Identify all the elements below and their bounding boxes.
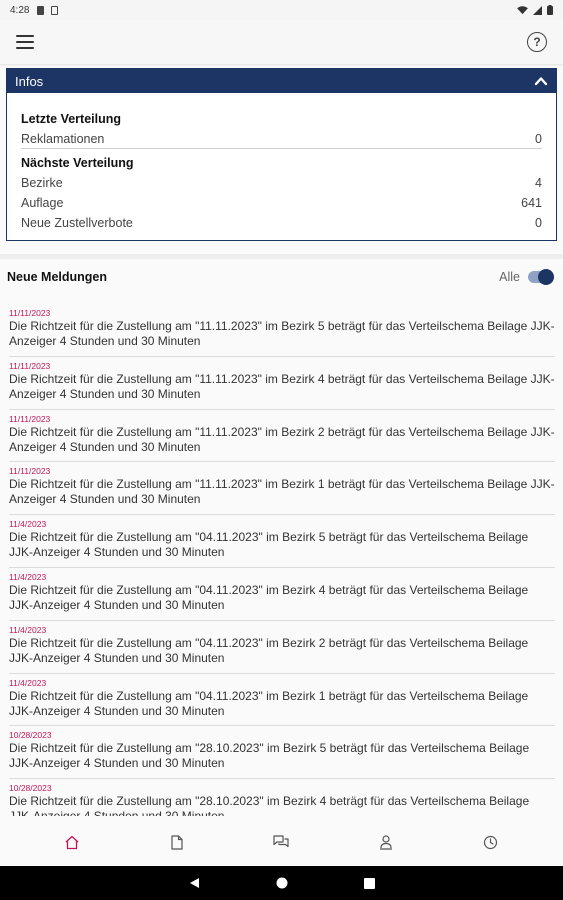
info-row-label: Auflage — [21, 196, 64, 210]
message-date: 11/11/2023 — [9, 360, 51, 371]
message-text: Die Richtzeit für die Zustellung am "28.… — [9, 794, 530, 816]
messages-list[interactable]: 11/11/2023 Die Richtzeit für die Zustell… — [9, 304, 555, 816]
list-item[interactable]: 11/11/2023 Die Richtzeit für die Zustell… — [9, 410, 555, 463]
sim-card-icon — [37, 5, 45, 15]
info-card-title: Infos — [15, 73, 44, 89]
info-row-value: 4 — [535, 176, 542, 190]
nav-documents[interactable] — [147, 822, 207, 862]
wifi-icon — [517, 5, 528, 14]
message-text: Die Richtzeit für die Zustellung am "11.… — [9, 319, 555, 348]
home-circle-icon[interactable] — [276, 877, 288, 889]
document-icon — [171, 834, 183, 850]
list-item[interactable]: 11/11/2023 Die Richtzeit für die Zustell… — [9, 357, 555, 410]
info-card-body: Letzte Verteilung Reklamationen 0 Nächst… — [7, 93, 556, 233]
app-bar-shadow — [0, 64, 563, 67]
info-row-label: Neue Zustellverbote — [21, 216, 133, 230]
info-row-value: 0 — [535, 216, 542, 230]
message-text: Die Richtzeit für die Zustellung am "04.… — [9, 688, 529, 718]
list-item[interactable]: 11/4/2023 Die Richtzeit für die Zustellu… — [9, 621, 555, 674]
last-distribution-title: Letzte Verteilung — [21, 112, 122, 126]
nav-home[interactable] — [42, 822, 102, 862]
bottom-navigation — [0, 818, 563, 866]
chat-icon — [273, 835, 290, 848]
messages-filter: Alle — [499, 269, 554, 285]
messages-title: Neue Meldungen — [7, 270, 108, 284]
info-card: Infos Letzte Verteilung Reklamationen 0 … — [6, 68, 557, 241]
list-item[interactable]: 10/28/2023 Die Richtzeit für die Zustell… — [9, 779, 555, 816]
battery-icon — [547, 5, 553, 15]
info-row-label: Reklamationen — [21, 132, 105, 146]
info-row-complaints: Reklamationen 0 — [21, 129, 542, 149]
recents-icon[interactable] — [364, 877, 375, 889]
back-icon[interactable] — [188, 877, 200, 889]
message-text: Die Richtzeit für die Zustellung am "28.… — [9, 741, 530, 771]
menu-icon[interactable] — [16, 35, 34, 49]
message-date: 11/4/2023 — [9, 624, 47, 635]
list-item[interactable]: 11/4/2023 Die Richtzeit für die Zustellu… — [9, 515, 555, 568]
system-navigation-bar — [0, 866, 563, 900]
clock-icon — [484, 835, 498, 849]
message-date: 11/11/2023 — [9, 308, 51, 318]
message-date: 11/4/2023 — [9, 519, 47, 530]
info-row-circulation: Auflage 641 — [21, 193, 542, 213]
app-bar: ? — [0, 20, 563, 64]
notification-icon — [51, 5, 59, 15]
message-date: 10/28/2023 — [9, 783, 52, 794]
message-text: Die Richtzeit für die Zustellung am "04.… — [9, 582, 529, 612]
info-row-value: 641 — [521, 196, 542, 210]
list-item[interactable]: 11/4/2023 Die Richtzeit für die Zustellu… — [9, 674, 555, 727]
signal-icon — [533, 5, 542, 15]
message-text: Die Richtzeit für die Zustellung am "04.… — [9, 635, 529, 665]
status-bar: 4:28 — [0, 0, 563, 20]
message-date: 10/28/2023 — [9, 730, 52, 741]
messages-header: Neue Meldungen Alle — [7, 266, 554, 288]
info-row-label: Bezirke — [21, 176, 63, 190]
message-date: 11/4/2023 — [9, 571, 47, 582]
message-date: 11/4/2023 — [9, 677, 47, 688]
message-date: 11/11/2023 — [9, 413, 51, 424]
info-card-header[interactable]: Infos — [7, 69, 556, 93]
message-text: Die Richtzeit für die Zustellung am "11.… — [9, 477, 555, 507]
status-time: 4:28 — [10, 4, 30, 16]
list-item[interactable]: 11/11/2023 Die Richtzeit für die Zustell… — [9, 304, 555, 357]
filter-all-toggle[interactable] — [528, 269, 554, 285]
app-screen: 4:28 ? Infos Letzte Verteilung Reklamati… — [0, 0, 563, 900]
next-distribution-title: Nächste Verteilung — [21, 156, 134, 170]
list-item[interactable]: 10/28/2023 Die Richtzeit für die Zustell… — [9, 726, 555, 780]
list-item[interactable]: 11/11/2023 Die Richtzeit für die Zustell… — [9, 462, 555, 516]
message-date: 11/11/2023 — [9, 466, 51, 477]
section-divider — [0, 254, 563, 259]
info-row-delivery-bans: Neue Zustellverbote 0 — [21, 213, 542, 233]
nav-history[interactable] — [461, 822, 521, 862]
person-pin-icon — [380, 835, 393, 850]
filter-all-label: Alle — [499, 270, 520, 284]
message-text: Die Richtzeit für die Zustellung am "11.… — [9, 371, 555, 401]
info-row-value: 0 — [535, 132, 542, 146]
info-row-districts: Bezirke 4 — [21, 173, 542, 193]
message-text: Die Richtzeit für die Zustellung am "11.… — [9, 424, 555, 454]
nav-profile[interactable] — [356, 822, 416, 862]
toggle-knob — [538, 269, 554, 285]
home-icon — [65, 835, 79, 849]
chevron-up-icon[interactable] — [534, 74, 548, 88]
help-icon[interactable]: ? — [527, 32, 547, 52]
list-item[interactable]: 11/4/2023 Die Richtzeit für die Zustellu… — [9, 568, 555, 621]
nav-messages[interactable] — [251, 822, 311, 862]
message-text: Die Richtzeit für die Zustellung am "04.… — [9, 530, 529, 560]
